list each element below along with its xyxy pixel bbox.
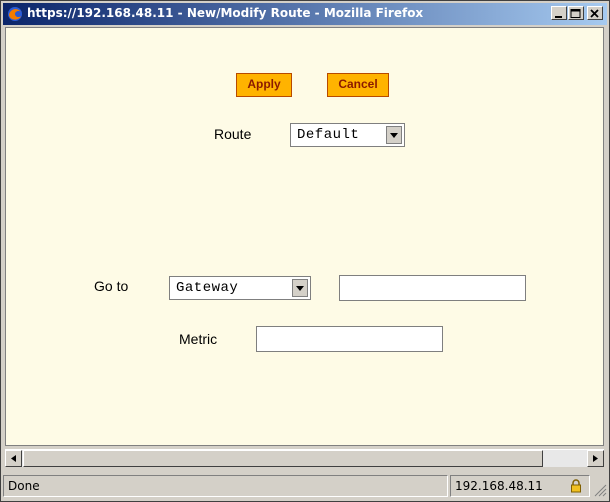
status-host-panel: 192.168.48.11: [450, 475, 590, 497]
scroll-left-button[interactable]: [5, 450, 22, 467]
lock-icon[interactable]: [569, 479, 583, 493]
window-title: https://192.168.48.11 - New/Modify Route…: [27, 6, 424, 20]
goto-select[interactable]: Gateway: [169, 276, 311, 300]
route-label: Route: [214, 126, 252, 142]
chevron-down-icon: [390, 133, 398, 138]
maximize-button[interactable]: [568, 6, 584, 20]
goto-address-input[interactable]: [339, 275, 526, 301]
title-bar[interactable]: https://192.168.48.11 - New/Modify Route…: [3, 3, 607, 25]
goto-label: Go to: [94, 278, 129, 294]
metric-label: Metric: [179, 331, 218, 347]
minimize-button[interactable]: [551, 6, 567, 20]
apply-button[interactable]: Apply: [236, 73, 292, 97]
route-select[interactable]: Default: [290, 123, 405, 147]
browser-window: https://192.168.48.11 - New/Modify Route…: [0, 0, 610, 502]
scroll-right-button[interactable]: [587, 450, 604, 467]
status-bar: Done 192.168.48.11: [3, 473, 607, 499]
goto-dropdown-button[interactable]: [292, 279, 308, 297]
chevron-down-icon: [296, 286, 304, 291]
firefox-icon: [8, 7, 22, 21]
scroll-left-icon: [11, 455, 16, 462]
scroll-right-icon: [593, 455, 598, 462]
close-icon: [590, 9, 599, 18]
minimize-icon: [555, 16, 562, 18]
scrollbar-thumb[interactable]: [23, 450, 543, 467]
status-host: 192.168.48.11: [455, 479, 543, 493]
cancel-button[interactable]: Cancel: [327, 73, 389, 97]
status-text: Done: [3, 475, 448, 497]
maximize-icon: [570, 9, 581, 18]
route-dropdown-button[interactable]: [386, 126, 402, 144]
resize-grip-icon[interactable]: [593, 483, 607, 497]
horizontal-scrollbar[interactable]: [5, 449, 604, 467]
page-content: Apply Cancel Route Default Go to Gateway…: [5, 27, 604, 446]
metric-input[interactable]: [256, 326, 443, 352]
route-select-value: Default: [297, 127, 360, 143]
close-button[interactable]: [587, 6, 603, 20]
goto-select-value: Gateway: [176, 280, 239, 296]
